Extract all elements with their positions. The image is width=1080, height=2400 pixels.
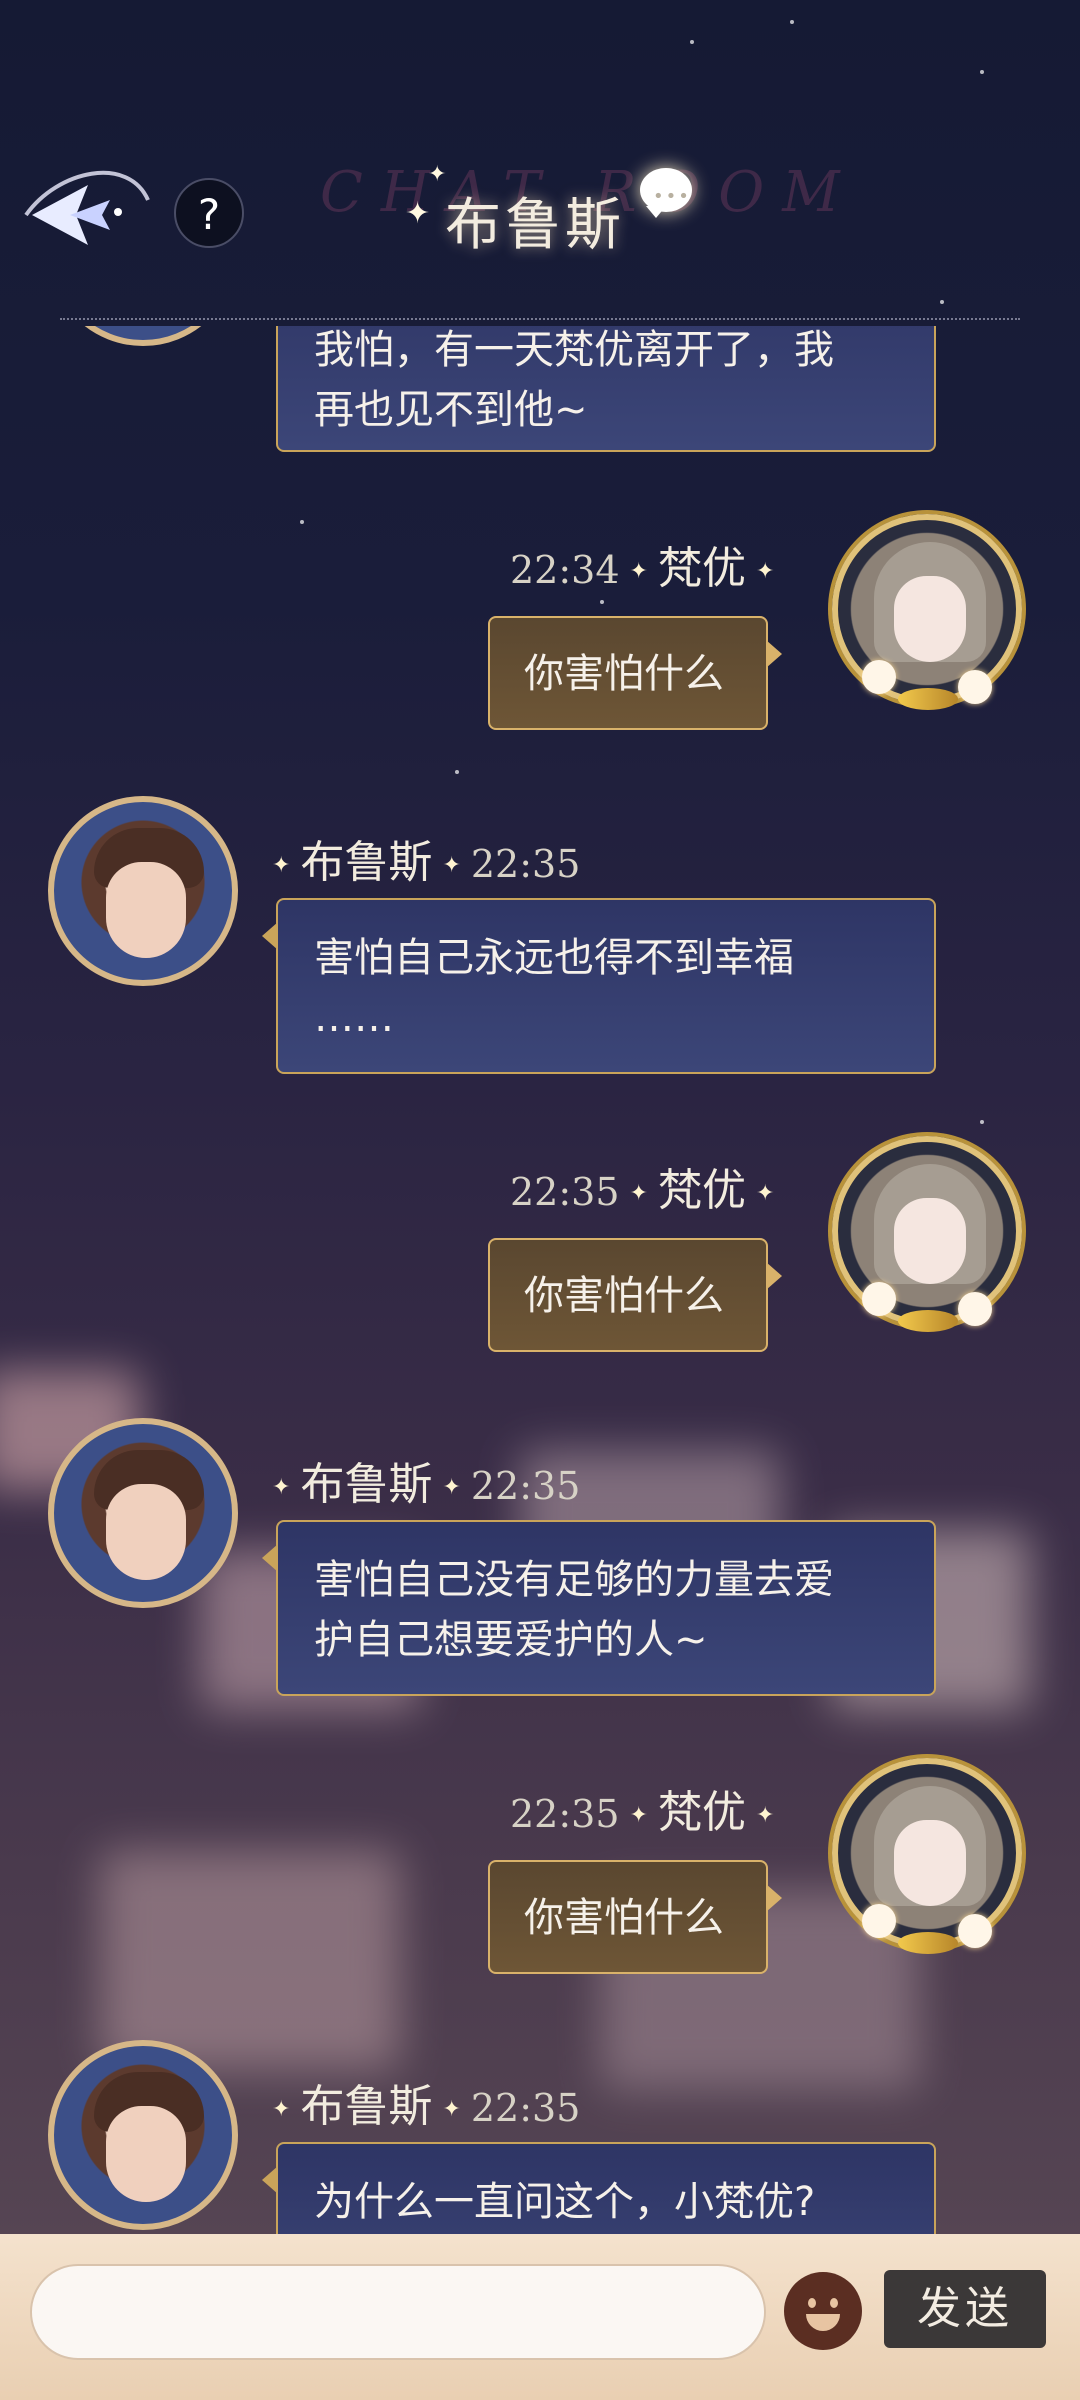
message-bubble: 你害怕什么 [488, 1860, 782, 1974]
message-meta: 22:34 ✦ 梵优 ✦ [510, 543, 775, 594]
message-line: 你害怕什么 [524, 651, 724, 697]
back-button[interactable] [18, 160, 153, 270]
message-meta: 22:35 ✦ 梵优 ✦ [510, 1165, 775, 1216]
message-meta: 22:35 ✦ 梵优 ✦ [510, 1787, 775, 1838]
message-time: 22:35 [470, 2086, 581, 2130]
message-input-bar: 发送 [0, 2234, 1080, 2400]
message-speaker: 梵优 [657, 1787, 746, 1838]
message-line: 你害怕什么 [524, 1273, 724, 1319]
smiley-eye [830, 2298, 838, 2308]
header-divider [60, 318, 1020, 320]
page-title: 布鲁斯 [445, 193, 625, 258]
message-meta: ✦ 布鲁斯 ✦ 22:35 [272, 837, 581, 888]
message-line: 再也见不到他~ [314, 387, 588, 433]
chat-message-list[interactable]: 我怕，有一天梵优离开了，我 再也见不到他~ 22:34 ✦ 梵优 ✦ 你害怕什么 ✦ 布… [0, 326, 1080, 2234]
emoji-button[interactable] [784, 2272, 862, 2350]
help-button[interactable]: ? [174, 178, 244, 248]
avatar-bruce[interactable] [48, 2040, 238, 2230]
message-speaker: 梵优 [657, 1165, 746, 1216]
avatar-fanyou[interactable] [832, 514, 1022, 710]
message-bubble: 害怕自己永远也得不到幸福 …… [262, 898, 936, 1074]
chat-header: ? CHAT ROOM ✦ ✦ 布鲁斯 ••• [0, 0, 1080, 326]
back-arrow-icon [24, 170, 150, 245]
message-line: 害怕自己没有足够的力量去爱 [314, 1557, 834, 1603]
message-line: 我怕，有一天梵优离开了，我 [314, 327, 834, 373]
message-bubble: 你害怕什么 [488, 1238, 782, 1352]
message-meta: ✦ 布鲁斯 ✦ 22:35 [272, 1459, 581, 1510]
message-bubble: 你害怕什么 [488, 616, 782, 730]
smiley-mouth [806, 2314, 840, 2331]
message-bubble: 害怕自己没有足够的力量去爱 护自己想要爱护的人~ [262, 1520, 936, 1696]
message-speaker: 布鲁斯 [300, 1459, 433, 1510]
message-time: 22:35 [510, 1170, 620, 1214]
chat-bubble-dots: ••• [653, 186, 691, 207]
sparkle-icon: ✦ [405, 196, 431, 231]
message-speaker: 布鲁斯 [300, 837, 433, 888]
message-line: 害怕自己永远也得不到幸福 [314, 935, 794, 981]
sparkle-icon: ✦ [428, 162, 447, 187]
message-line: 护自己想要爱护的人~ [314, 1617, 708, 1663]
smiley-face-icon [808, 2298, 816, 2308]
message-input[interactable] [30, 2264, 766, 2360]
message-speaker: 梵优 [657, 543, 746, 594]
send-button[interactable]: 发送 [884, 2270, 1046, 2348]
avatar-bruce[interactable] [48, 326, 238, 346]
avatar-bruce[interactable] [48, 796, 238, 986]
message-time: 22:35 [470, 842, 581, 886]
message-bubble: 我怕，有一天梵优离开了，我 再也见不到他~ [276, 326, 936, 452]
message-bubble: 为什么一直问这个，小梵优? [262, 2142, 936, 2234]
avatar-fanyou[interactable] [832, 1136, 1022, 1332]
message-line: 你害怕什么 [524, 1895, 724, 1941]
message-line: 为什么一直问这个，小梵优? [314, 2179, 816, 2225]
message-meta: ✦ 布鲁斯 ✦ 22:35 [272, 2081, 581, 2132]
message-time: 22:34 [510, 548, 620, 592]
message-time: 22:35 [470, 1464, 581, 1508]
avatar-bruce[interactable] [48, 1418, 238, 1608]
message-speaker: 布鲁斯 [300, 2081, 433, 2132]
message-time: 22:35 [510, 1792, 620, 1836]
avatar-fanyou[interactable] [832, 1758, 1022, 1954]
message-line: …… [314, 995, 394, 1041]
